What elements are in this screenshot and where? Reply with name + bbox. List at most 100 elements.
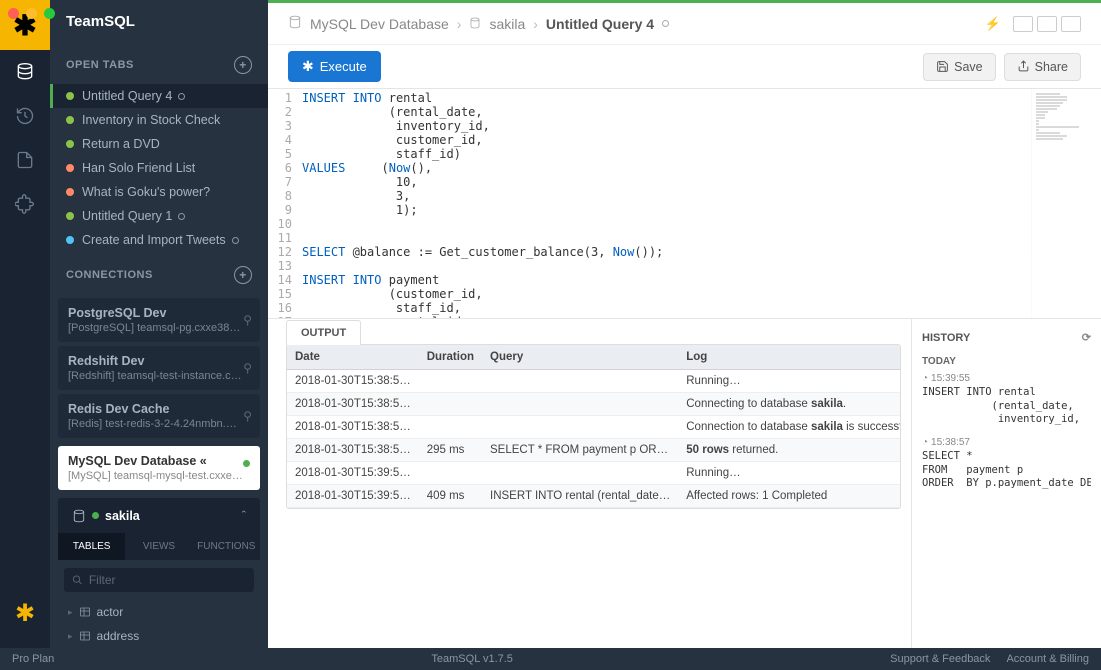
breadcrumb: MySQL Dev Database › sakila › Untitled Q… [288,15,669,32]
sidebar-tab[interactable]: Inventory in Stock Check [50,108,268,132]
db-icon [469,16,481,32]
execute-button[interactable]: ✱ Execute [288,51,381,82]
star-icon[interactable]: ✱ [15,589,35,648]
connection-card[interactable]: Redshift Dev [Redshift] teamsql-test-inst… [58,346,260,390]
status-dot [66,188,74,196]
toolbar: ✱ Execute Save Share [268,45,1101,89]
support-link[interactable]: Support & Feedback [890,653,990,665]
obj-tab[interactable]: VIEWS [125,533,192,560]
close-window[interactable] [8,8,19,19]
status-dot [92,512,99,519]
sidebar-tab[interactable]: Create and Import Tweets [50,228,268,252]
version-label: TeamSQL v1.7.5 [431,653,513,665]
output-row[interactable]: 2018-01-30T15:38:5…295 msSELECT * FROM p… [287,439,901,462]
connection-card[interactable]: Redis Dev Cache[Redis] test-redis-3-2-4.… [58,394,260,438]
history-sql: INSERT INTO rental (rental_date, invento… [922,386,1091,427]
layout-3-button[interactable] [1061,16,1081,32]
output-row[interactable]: 2018-01-30T15:39:5…Running… [287,462,901,485]
unsaved-indicator [178,93,185,100]
filter-input-container[interactable] [64,568,254,592]
layout-1-button[interactable] [1013,16,1033,32]
window-controls[interactable] [8,8,55,19]
breadcrumb-db[interactable]: MySQL Dev Database [310,16,449,32]
history-panel: HISTORY ⟳ TODAY ◔15:39:55INSERT INTO ren… [911,319,1101,648]
main-area: MySQL Dev Database › sakila › Untitled Q… [268,0,1101,648]
plug-icon: ⚲ [243,313,252,327]
unsaved-indicator [662,20,669,27]
open-tabs-label: OPEN TABS [66,59,134,71]
connection-sub: [MySQL] teamsql-mysql-test.cxxe… [68,470,250,482]
unsaved-indicator [178,213,185,220]
minimize-window[interactable] [26,8,37,19]
breadcrumb-schema[interactable]: sakila [489,16,525,32]
database-row[interactable]: sakila ˆ [58,498,260,533]
code-area[interactable]: INSERT INTO rental (rental_date, invento… [298,89,1031,318]
output-row[interactable]: 2018-01-30T15:38:5…Connecting to databas… [287,393,901,416]
search-icon [72,574,83,586]
breadcrumb-bar: MySQL Dev Database › sakila › Untitled Q… [268,3,1101,45]
chevron-up-icon: ˆ [242,508,246,523]
editor[interactable]: 1234567891011121314151617 INSERT INTO re… [268,89,1101,319]
tab-label: Inventory in Stock Check [82,113,220,127]
column-header[interactable]: Date [287,345,419,370]
table-item[interactable]: ▸address [50,624,268,648]
sidebar: TeamSQL OPEN TABS + Untitled Query 4 Inve… [50,0,268,648]
status-dot [66,140,74,148]
sidebar-tab[interactable]: Untitled Query 4 [50,84,268,108]
chevron-right-icon: ▸ [68,631,73,642]
status-dot [66,116,74,124]
brand-name: TeamSQL [50,0,268,42]
tab-label: Han Solo Friend List [82,161,195,175]
refresh-icon[interactable]: ⟳ [1082,331,1091,344]
connection-name: Redshift Dev [68,354,250,368]
share-button[interactable]: Share [1004,53,1081,81]
output-row[interactable]: 2018-01-30T15:39:5…409 msINSERT INTO ren… [287,485,901,508]
maximize-window[interactable] [44,8,55,19]
obj-tab[interactable]: TABLES [58,533,125,560]
history-icon[interactable] [0,94,50,138]
left-rail: ✱ ✱ [0,0,50,648]
star-icon: ✱ [302,58,314,75]
status-bar: Pro Plan TeamSQL v1.7.5 Support & Feedba… [0,648,1101,670]
database-icon[interactable] [0,50,50,94]
connection-name: MySQL Dev Database « [68,454,250,468]
minimap[interactable] [1031,89,1101,318]
table-item[interactable]: ▸actor [50,600,268,624]
filter-input[interactable] [89,573,246,587]
file-icon[interactable] [0,138,50,182]
connection-card[interactable]: PostgreSQL Dev[PostgreSQL] teamsql-pg.cx… [58,298,260,342]
plan-label[interactable]: Pro Plan [12,653,54,665]
output-row[interactable]: 2018-01-30T15:38:5…Connection to databas… [287,416,901,439]
save-button[interactable]: Save [923,53,996,81]
tab-label: Return a DVD [82,137,160,151]
save-icon [936,60,949,73]
table-icon [79,606,91,618]
db-icon [288,15,302,32]
sidebar-tab[interactable]: Untitled Query 1 [50,204,268,228]
connection-active[interactable]: MySQL Dev Database « [MySQL] teamsql-mys… [58,446,260,490]
column-header[interactable]: Log [678,345,901,370]
output-row[interactable]: 2018-01-30T15:38:5…Running… [287,370,901,393]
history-time: ◔15:39:55 [922,373,1091,384]
column-header[interactable]: Query [482,345,678,370]
output-tab[interactable]: OUTPUT [286,320,361,345]
obj-tab[interactable]: FUNCTIONS [193,533,260,560]
layout-2-button[interactable] [1037,16,1057,32]
add-connection-button[interactable]: + [234,266,252,284]
account-link[interactable]: Account & Billing [1006,653,1089,665]
database-name: sakila [105,509,140,523]
column-header[interactable]: Duration [419,345,482,370]
sidebar-tab[interactable]: What is Goku's power? [50,180,268,204]
history-time: ◔15:38:57 [922,437,1091,448]
status-dot [66,236,74,244]
plug-icon[interactable]: ⚡ [985,16,1001,32]
table-icon [79,630,91,642]
extensions-icon[interactable] [0,182,50,226]
sidebar-tab[interactable]: Return a DVD [50,132,268,156]
history-item[interactable]: ◔15:38:57SELECT * FROM payment p ORDER B… [922,437,1091,491]
db-icon [72,509,86,523]
sidebar-tab[interactable]: Han Solo Friend List [50,156,268,180]
connection-sub: [Redshift] teamsql-test-instance.c… [68,370,250,382]
history-item[interactable]: ◔15:39:55 INSERT INTO rental (rental_date… [922,373,1091,427]
add-tab-button[interactable]: + [234,56,252,74]
